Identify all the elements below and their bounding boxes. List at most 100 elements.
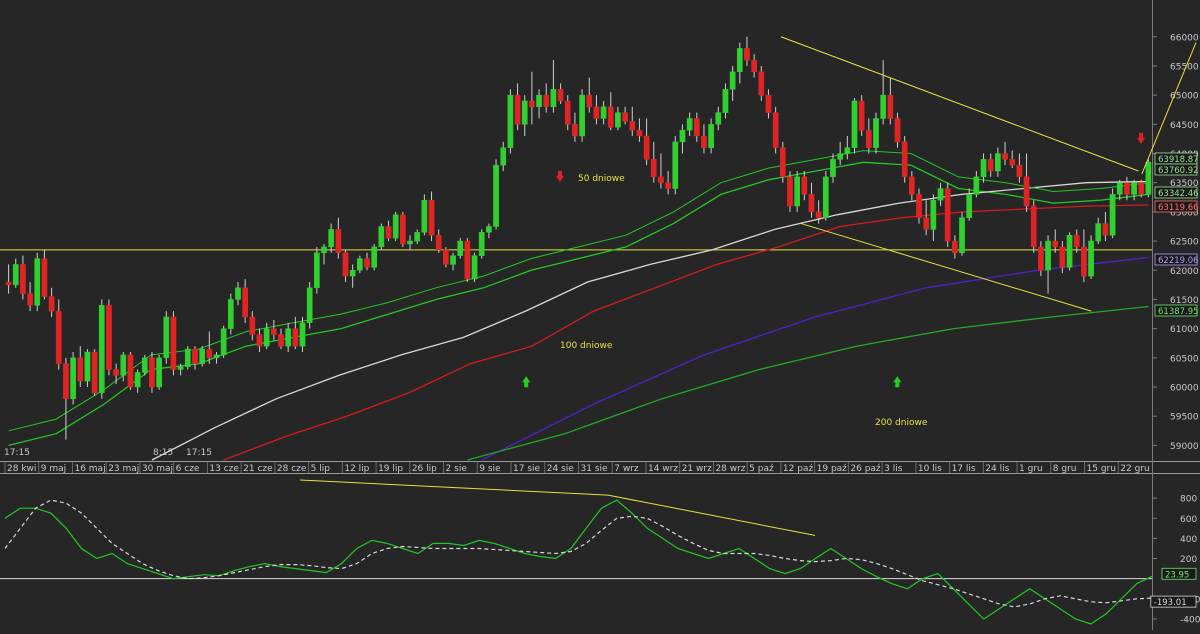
date-axis-tick-label: 5 paź <box>749 464 774 474</box>
candle-body <box>564 100 571 125</box>
candle-body <box>579 94 585 137</box>
candle-body <box>493 164 499 227</box>
candle-body <box>593 106 600 119</box>
candle-body <box>744 48 750 61</box>
candle-body <box>808 194 815 213</box>
candle-body <box>1023 176 1030 207</box>
candle-body <box>1109 194 1116 236</box>
oscillator-value-label-text: -193.01 <box>1154 598 1187 608</box>
candle-body <box>192 348 198 364</box>
candle-body <box>822 176 829 218</box>
candle-body <box>414 232 421 242</box>
time-annotation: 17:15 <box>186 448 212 458</box>
candle-body <box>952 240 958 254</box>
time-annotation: 17:15 <box>4 448 30 458</box>
date-axis-tick-label: 26 lip <box>412 464 437 474</box>
date-axis-tick-label: 21 wrz <box>682 464 712 474</box>
candle-body <box>686 118 693 131</box>
candle-body <box>973 176 980 195</box>
price-axis-tick-label: 66000 <box>1170 33 1199 43</box>
date-axis-tick-label: 17 sie <box>513 464 541 474</box>
candle-body <box>1116 182 1123 195</box>
candle-body <box>607 106 614 128</box>
candle-body <box>120 354 127 376</box>
candle-body <box>256 334 263 347</box>
candle-body <box>98 305 105 394</box>
candle-body <box>600 106 607 119</box>
candle-body <box>550 89 557 108</box>
candle-body <box>400 214 406 245</box>
candle-body <box>894 118 901 143</box>
date-axis-tick-label: 10 lis <box>918 464 942 474</box>
time-annotation: 8:15 <box>153 448 173 458</box>
candle-body <box>392 214 399 239</box>
candle-body <box>435 234 442 251</box>
candle-body <box>643 135 650 160</box>
candle-body <box>787 176 793 207</box>
value-label-text: 62219.06 <box>1158 256 1199 266</box>
candle-body <box>586 94 593 108</box>
date-axis-tick-label: 12 lip <box>344 464 369 474</box>
candle-body <box>636 129 643 137</box>
candle-body <box>48 296 55 312</box>
date-axis-tick-label: 16 maj <box>74 464 105 474</box>
price-axis-tick-label: 62500 <box>1170 238 1199 248</box>
candle-body <box>55 310 62 364</box>
price-axis-tick-label: 59500 <box>1170 413 1199 423</box>
date-axis-tick-label: 19 lip <box>378 464 403 474</box>
candle-body <box>557 89 564 102</box>
candle-body <box>127 354 134 388</box>
candle-body <box>328 229 335 248</box>
candle-body <box>1059 246 1066 268</box>
candle-body <box>134 372 141 388</box>
candle-body <box>285 328 292 347</box>
value-label-text: 63760.92 <box>1158 166 1199 176</box>
candle-body <box>908 176 915 195</box>
candle-body <box>306 287 313 324</box>
candle-body <box>980 159 987 178</box>
moving-average-label: 200 dniowe <box>875 418 928 428</box>
candle-body <box>177 366 184 370</box>
candle-body <box>851 100 858 148</box>
price-axis-tick-label: 62000 <box>1170 267 1199 277</box>
candle-body <box>629 121 636 131</box>
candle-body <box>20 264 26 294</box>
date-axis-tick-label: 30 maj <box>142 464 173 474</box>
value-label-text: 61387.95 <box>1158 307 1199 317</box>
candle-body <box>865 129 872 148</box>
candle-body <box>220 328 227 356</box>
candle-body <box>672 141 679 189</box>
date-axis-tick-label: 13 cze <box>209 464 239 474</box>
candle-body <box>837 153 844 160</box>
date-axis-tick-label: 31 sie <box>581 464 609 474</box>
candle-body <box>772 112 779 148</box>
date-axis-tick-label: 24 lis <box>985 464 1009 474</box>
candle-body <box>357 258 363 271</box>
candle-body <box>1045 240 1051 271</box>
candle-body <box>349 270 356 277</box>
candle-body <box>873 118 879 148</box>
candle-body <box>1138 182 1145 195</box>
candle-body <box>729 71 736 90</box>
candle-body <box>106 305 112 370</box>
date-axis-tick-label: 5 lip <box>311 464 331 474</box>
candle-body <box>830 159 836 178</box>
candle-body <box>521 100 528 125</box>
candle-body <box>63 363 69 399</box>
date-axis-tick-label: 8 gru <box>1053 464 1077 474</box>
candle-body <box>693 118 700 137</box>
candle-body <box>1102 223 1109 236</box>
candle-body <box>1038 246 1044 271</box>
oscillator-axis-tick-label: 600 <box>1180 515 1197 525</box>
candle-body <box>141 357 148 373</box>
candle-body <box>615 112 621 128</box>
candle-body <box>464 240 471 280</box>
price-axis-tick-label: 64500 <box>1170 121 1199 131</box>
candle-body <box>944 188 951 242</box>
date-axis-tick-label: 3 lis <box>884 464 903 474</box>
candle-body <box>801 176 808 195</box>
candle-body <box>514 94 521 125</box>
candle-body <box>858 100 865 131</box>
candle-body <box>91 351 98 394</box>
date-axis-tick-label: 14 wrz <box>648 464 678 474</box>
